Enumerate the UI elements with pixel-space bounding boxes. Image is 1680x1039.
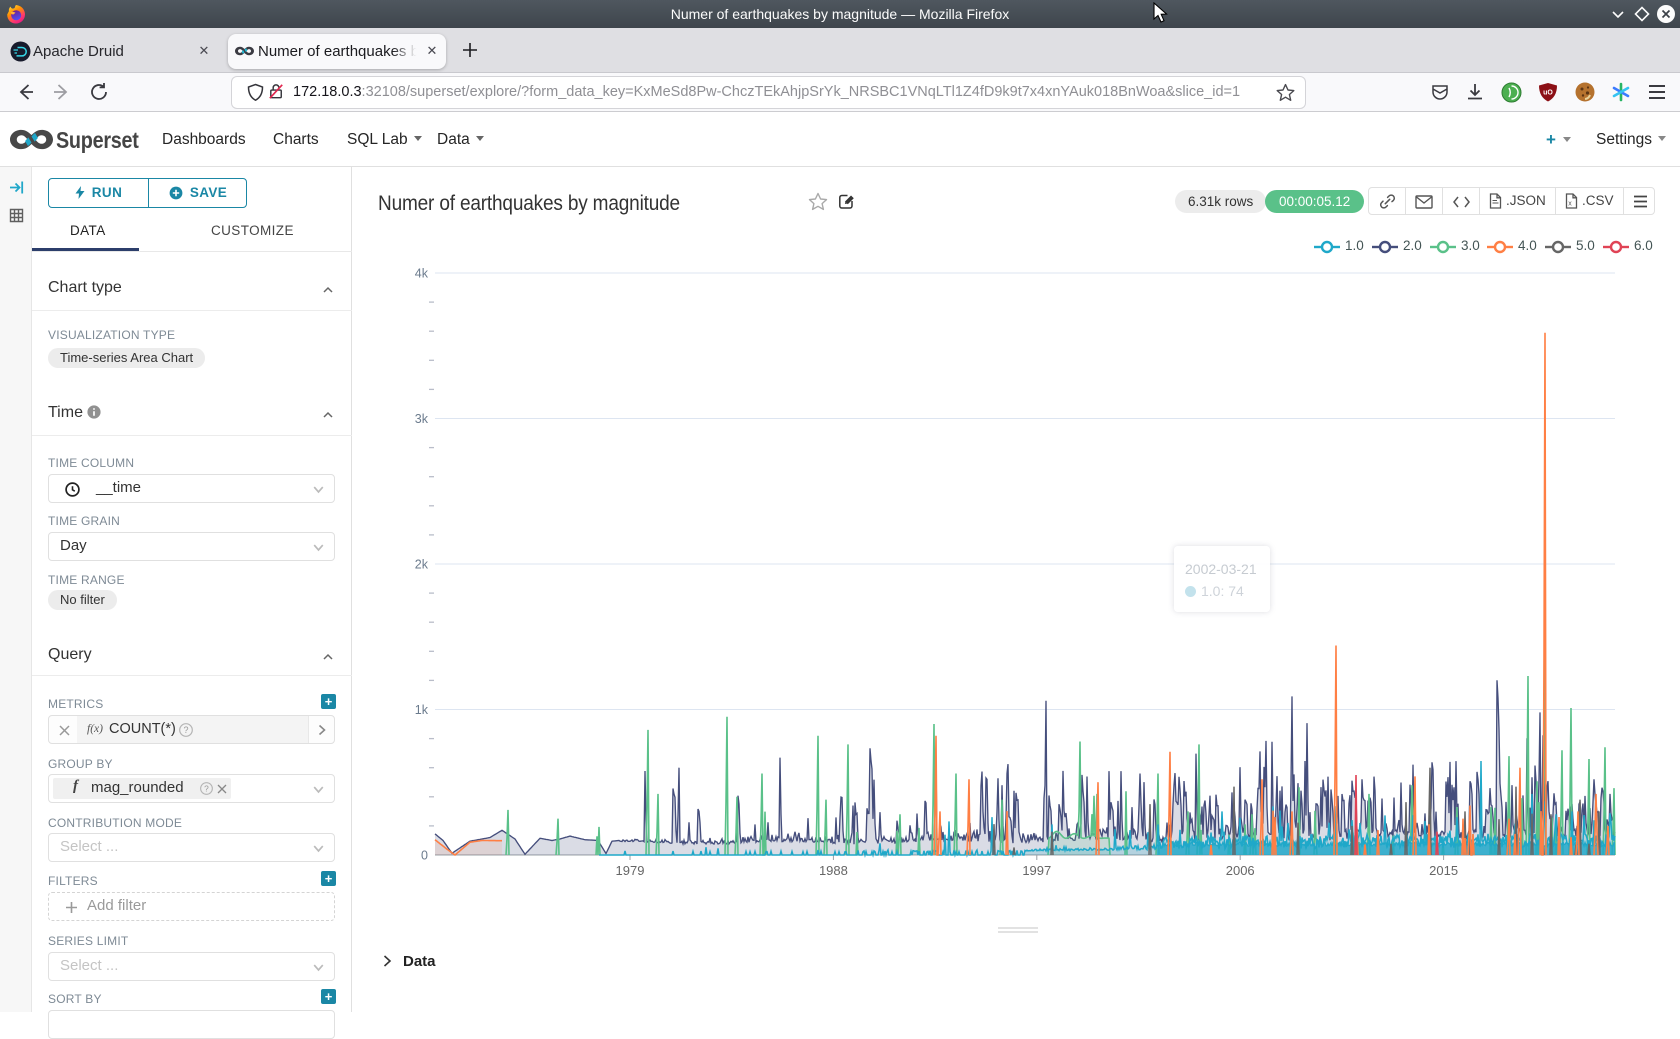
svg-text:1997: 1997 [1022,863,1051,878]
svg-text:2006: 2006 [1226,863,1255,878]
svg-text:4k: 4k [415,267,429,281]
svg-text:1988: 1988 [819,863,848,878]
svg-text:?: ? [183,725,188,735]
svg-text:2015: 2015 [1429,863,1458,878]
svg-text:?: ? [204,783,209,793]
svg-text:0: 0 [421,849,428,863]
svg-text:2k: 2k [415,558,429,572]
svg-text:1979: 1979 [616,863,645,878]
svg-text:uO: uO [1543,90,1553,97]
svg-text:1k: 1k [415,703,429,717]
svg-text:3k: 3k [415,412,429,426]
